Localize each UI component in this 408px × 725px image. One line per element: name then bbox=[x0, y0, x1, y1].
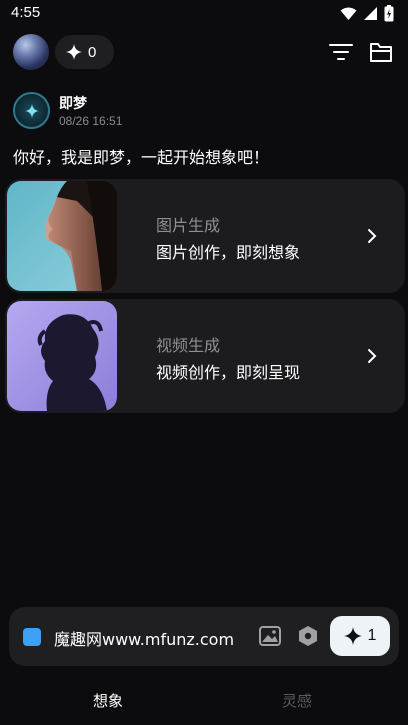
generate-button[interactable]: 1 bbox=[330, 616, 390, 656]
sparkle-icon bbox=[24, 103, 39, 118]
status-time: 4:55 bbox=[11, 4, 41, 21]
prompt-input[interactable]: 魔趣网www.mfunz.com bbox=[54, 626, 234, 650]
card-description: 图片创作，即刻想象 bbox=[156, 243, 301, 262]
bot-timestamp: 08/26 16:51 bbox=[59, 114, 123, 128]
mode-toggle[interactable] bbox=[23, 628, 41, 646]
top-bar: 0 bbox=[0, 30, 408, 74]
image-icon[interactable] bbox=[259, 626, 281, 646]
card-title: 图片生成 bbox=[156, 216, 221, 235]
status-bar: 4:55 bbox=[0, 0, 408, 28]
tab-imagine[interactable]: 想象 bbox=[93, 690, 123, 711]
tab-inspiration[interactable]: 灵感 bbox=[282, 690, 312, 711]
folder-icon[interactable] bbox=[369, 41, 393, 63]
chevron-right-icon bbox=[368, 229, 377, 243]
filter-icon[interactable] bbox=[329, 42, 353, 62]
card-title: 视频生成 bbox=[156, 336, 221, 355]
image-generation-card[interactable]: 图片生成 图片创作，即刻想象 bbox=[5, 179, 405, 293]
chevron-right-icon bbox=[368, 349, 377, 363]
hexagon-icon[interactable] bbox=[297, 625, 319, 647]
avatar[interactable] bbox=[13, 34, 49, 70]
signal-icon bbox=[364, 7, 377, 20]
prompt-input-bar: 魔趣网www.mfunz.com 1 bbox=[9, 607, 399, 666]
greeting-message: 你好，我是即梦，一起开始想象吧！ bbox=[13, 148, 270, 167]
battery-icon bbox=[384, 5, 394, 22]
credits-count: 0 bbox=[88, 43, 97, 61]
image-generation-thumbnail bbox=[7, 181, 117, 291]
bot-header: 即梦 08/26 16:51 bbox=[13, 92, 393, 132]
credits-pill[interactable]: 0 bbox=[55, 35, 114, 69]
video-generation-card[interactable]: 视频生成 视频创作，即刻呈现 bbox=[5, 299, 405, 413]
status-icons bbox=[340, 5, 394, 22]
video-generation-thumbnail bbox=[7, 301, 117, 411]
card-description: 视频创作，即刻呈现 bbox=[156, 363, 301, 382]
bot-logo bbox=[13, 92, 50, 129]
generate-count: 1 bbox=[367, 627, 377, 644]
wifi-icon bbox=[340, 7, 357, 20]
sparkle-icon bbox=[66, 44, 82, 60]
bottom-nav: 想象 灵感 bbox=[0, 675, 408, 725]
bot-name: 即梦 bbox=[59, 96, 87, 112]
sparkle-icon bbox=[343, 627, 362, 645]
